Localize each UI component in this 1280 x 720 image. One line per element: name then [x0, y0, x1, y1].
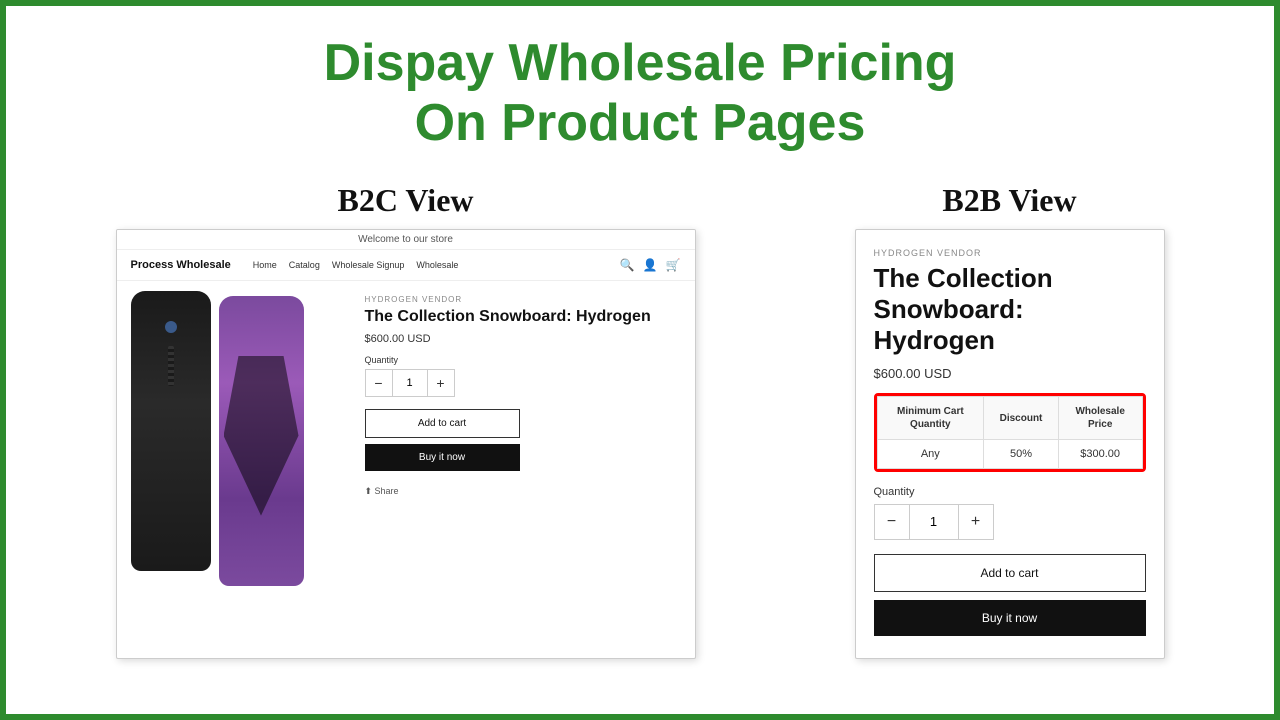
- account-icon[interactable]: 👤: [643, 258, 658, 272]
- b2b-qty-value: 1: [909, 505, 959, 539]
- b2b-quantity-label: Quantity: [874, 486, 1146, 498]
- nav-icons: 🔍 👤 🛒: [620, 258, 681, 272]
- b2c-price: $600.00 USD: [365, 333, 681, 345]
- b2c-section: B2C View Welcome to our store Process Wh…: [116, 182, 696, 659]
- b2c-share-link[interactable]: ⬆ Share: [365, 486, 399, 496]
- b2b-qty-minus[interactable]: −: [875, 505, 909, 539]
- cell-wholesale-price: $300.00: [1058, 440, 1142, 469]
- snowboard-black-image: [131, 291, 211, 571]
- store-logo: Process Wholesale: [131, 259, 231, 271]
- b2c-product-content: HYDROGEN VENDOR The Collection Snowboard…: [117, 281, 695, 655]
- b2b-section: B2B View HYDROGEN VENDOR The Collection …: [855, 182, 1165, 659]
- b2b-add-to-cart-button[interactable]: Add to cart: [874, 554, 1146, 592]
- pricing-table: Minimum CartQuantity Discount WholesaleP…: [877, 396, 1143, 469]
- b2b-vendor-label: HYDROGEN VENDOR: [874, 248, 1146, 258]
- nav-wholesale-signup[interactable]: Wholesale Signup: [332, 260, 405, 270]
- b2c-label: B2C View: [338, 182, 474, 219]
- product-images: [131, 291, 351, 645]
- b2c-product-info: HYDROGEN VENDOR The Collection Snowboard…: [365, 291, 681, 645]
- store-top-bar: Welcome to our store: [117, 230, 695, 250]
- nav-wholesale[interactable]: Wholesale: [416, 260, 458, 270]
- b2b-quantity-control: − 1 +: [874, 504, 994, 540]
- page-title: Dispay Wholesale Pricing On Product Page…: [6, 6, 1274, 172]
- b2b-price: $600.00 USD: [874, 366, 1146, 381]
- nav-home[interactable]: Home: [253, 260, 277, 270]
- pricing-table-wrapper: Minimum CartQuantity Discount WholesaleP…: [874, 393, 1146, 472]
- b2c-buy-it-now-button[interactable]: Buy it now: [365, 444, 520, 471]
- col-discount: Discount: [984, 397, 1059, 440]
- b2b-product-content: HYDROGEN VENDOR The Collection Snowboard…: [856, 230, 1164, 651]
- cart-icon[interactable]: 🛒: [666, 258, 681, 272]
- b2b-qty-plus[interactable]: +: [959, 505, 993, 539]
- title-line2: On Product Pages: [415, 94, 866, 152]
- col-wholesale-price: WholesalePrice: [1058, 397, 1142, 440]
- b2b-buy-it-now-button[interactable]: Buy it now: [874, 600, 1146, 636]
- b2c-add-to-cart-button[interactable]: Add to cart: [365, 409, 520, 438]
- b2c-quantity-label: Quantity: [365, 355, 681, 365]
- b2c-qty-plus[interactable]: +: [428, 370, 454, 396]
- b2b-panel: HYDROGEN VENDOR The Collection Snowboard…: [855, 229, 1165, 659]
- b2c-quantity-control: − 1 +: [365, 369, 455, 397]
- nav-links: Home Catalog Wholesale Signup Wholesale: [253, 260, 604, 270]
- cell-min-qty: Any: [877, 440, 984, 469]
- snowboard-purple-image: [219, 296, 304, 586]
- store-nav: Process Wholesale Home Catalog Wholesale…: [117, 250, 695, 281]
- search-icon[interactable]: 🔍: [620, 258, 635, 272]
- title-line1: Dispay Wholesale Pricing: [324, 34, 957, 92]
- b2c-qty-minus[interactable]: −: [366, 370, 392, 396]
- b2c-product-title: The Collection Snowboard: Hydrogen: [365, 307, 681, 328]
- cell-discount: 50%: [984, 440, 1059, 469]
- nav-catalog[interactable]: Catalog: [289, 260, 320, 270]
- b2c-vendor-label: HYDROGEN VENDOR: [365, 295, 681, 304]
- b2c-panel: Welcome to our store Process Wholesale H…: [116, 229, 696, 659]
- b2b-product-title: The Collection Snowboard: Hydrogen: [874, 263, 1146, 357]
- views-container: B2C View Welcome to our store Process Wh…: [6, 182, 1274, 659]
- table-row: Any 50% $300.00: [877, 440, 1142, 469]
- b2c-qty-value: 1: [392, 370, 428, 396]
- b2b-label: B2B View: [942, 182, 1076, 219]
- table-header-row: Minimum CartQuantity Discount WholesaleP…: [877, 397, 1142, 440]
- col-min-qty: Minimum CartQuantity: [877, 397, 984, 440]
